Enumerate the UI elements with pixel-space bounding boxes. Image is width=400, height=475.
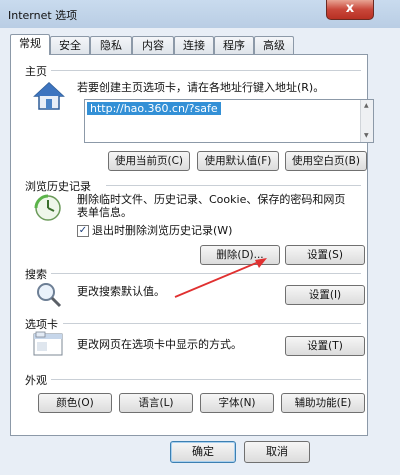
history-section-heading: 浏览历史记录 <box>25 180 91 193</box>
tab-security[interactable]: 安全 <box>50 36 90 54</box>
tab-general[interactable]: 常规 <box>10 34 50 55</box>
home-divider <box>51 70 361 71</box>
delete-on-exit-checkbox[interactable]: ✓ <box>77 225 89 237</box>
internet-options-window: Internet 选项 x 常规 安全 隐私 内容 连接 程序 高级 主页 若要… <box>0 0 400 475</box>
home-description: 若要创建主页选项卡，请在各地址行键入地址(R)。 <box>77 81 325 94</box>
tabs-section-heading: 选项卡 <box>25 318 58 331</box>
tab-content[interactable]: 内容 <box>132 36 174 54</box>
close-button[interactable]: x <box>326 0 374 20</box>
history-settings-button[interactable]: 设置(S) <box>285 245 365 265</box>
tab-programs[interactable]: 程序 <box>214 36 254 54</box>
fonts-button[interactable]: 字体(N) <box>200 393 274 413</box>
delete-on-exit-label[interactable]: 退出时删除浏览历史记录(W) <box>92 224 232 237</box>
history-divider <box>106 185 361 186</box>
ok-button[interactable]: 确定 <box>170 441 236 463</box>
use-default-button[interactable]: 使用默认值(F) <box>197 151 279 171</box>
general-tab-panel: 主页 若要创建主页选项卡，请在各地址行键入地址(R)。 http://hao.3… <box>10 54 374 436</box>
history-description-line2: 表单信息。 <box>77 206 132 219</box>
search-section-heading: 搜索 <box>25 268 47 281</box>
search-settings-button[interactable]: 设置(I) <box>285 285 365 305</box>
tabs-description: 更改网页在选项卡中显示的方式。 <box>77 338 242 351</box>
accessibility-button[interactable]: 辅助功能(E) <box>281 393 365 413</box>
cancel-button[interactable]: 取消 <box>244 441 310 463</box>
home-url-value: http://hao.360.cn/?safe <box>87 102 221 115</box>
scroll-down-icon[interactable]: ▼ <box>364 132 369 139</box>
use-current-button[interactable]: 使用当前页(C) <box>108 151 190 171</box>
scroll-up-icon[interactable]: ▲ <box>364 102 369 109</box>
appearance-section-heading: 外观 <box>25 374 47 387</box>
home-icon <box>33 81 65 110</box>
history-clock-icon <box>34 194 61 221</box>
window-title: Internet 选项 <box>8 9 78 22</box>
tabs-divider <box>63 323 361 324</box>
history-description-line1: 删除临时文件、历史记录、Cookie、保存的密码和网页 <box>77 193 346 206</box>
search-icon <box>37 283 62 308</box>
tabs-settings-button[interactable]: 设置(T) <box>285 336 365 356</box>
home-section-heading: 主页 <box>25 65 47 78</box>
home-url-textarea[interactable]: http://hao.360.cn/?safe ▲ ▼ <box>84 99 374 143</box>
colors-button[interactable]: 颜色(O) <box>38 393 112 413</box>
languages-button[interactable]: 语言(L) <box>119 393 193 413</box>
search-description: 更改搜索默认值。 <box>77 285 165 298</box>
close-icon: x <box>345 1 355 16</box>
home-url-scrollbar[interactable]: ▲ ▼ <box>360 100 373 142</box>
appearance-divider <box>51 379 361 380</box>
title-bar: Internet 选项 x <box>0 0 400 28</box>
tab-privacy[interactable]: 隐私 <box>90 36 132 54</box>
use-blank-button[interactable]: 使用空白页(B) <box>285 151 367 171</box>
tab-connections[interactable]: 连接 <box>174 36 214 54</box>
tab-advanced[interactable]: 高级 <box>254 36 294 54</box>
annotation-arrow-icon <box>174 258 267 298</box>
tabs-icon <box>33 331 63 356</box>
